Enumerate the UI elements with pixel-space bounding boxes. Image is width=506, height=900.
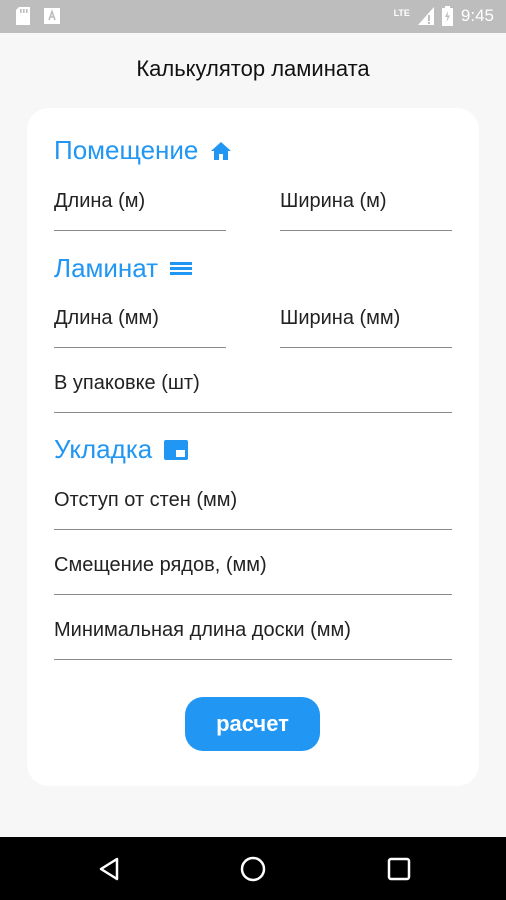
page-title: Калькулятор ламината xyxy=(136,56,370,81)
text-a-icon xyxy=(44,8,60,24)
section-room-header: Помещение xyxy=(54,135,232,166)
min-board-field[interactable]: Минимальная длина доски (мм) xyxy=(54,607,452,660)
back-icon[interactable] xyxy=(95,855,123,883)
laminate-width-field[interactable]: Ширина (мм) xyxy=(280,295,452,348)
section-laying-header: Укладка xyxy=(54,434,189,465)
room-width-label: Ширина (м) xyxy=(280,190,387,212)
room-width-field[interactable]: Ширина (м) xyxy=(280,178,452,231)
sd-card-icon xyxy=(16,7,30,25)
room-length-label: Длина (м) xyxy=(54,190,146,212)
navigation-bar xyxy=(0,837,506,900)
laminate-length-field[interactable]: Длина (мм) xyxy=(54,295,226,348)
row-shift-label: Смещение рядов, (мм) xyxy=(54,554,267,576)
network-type: LTE xyxy=(393,8,410,18)
pack-count-label: В упаковке (шт) xyxy=(54,372,200,394)
status-left-icons xyxy=(16,7,60,25)
laminate-length-label: Длина (мм) xyxy=(54,307,159,329)
web-asset-icon xyxy=(164,439,189,460)
home-icon xyxy=(211,141,232,160)
signal-icon xyxy=(417,7,434,25)
layers-icon xyxy=(170,261,193,275)
status-right-icons: LTE 9:45 xyxy=(394,6,494,26)
wall-offset-field[interactable]: Отступ от стен (мм) xyxy=(54,477,452,530)
room-length-field[interactable]: Длина (м) xyxy=(54,178,226,231)
clock: 9:45 xyxy=(460,6,494,25)
section-room-title: Помещение xyxy=(54,135,199,165)
section-laying-title: Укладка xyxy=(54,434,153,464)
form-card: Помещение Длина (м) Ширина (м) Ламинат Д… xyxy=(27,108,479,786)
status-bar: LTE 9:45 xyxy=(0,0,506,33)
home-circle-icon[interactable] xyxy=(239,855,267,883)
min-board-label: Минимальная длина доски (мм) xyxy=(54,619,351,641)
row-shift-field[interactable]: Смещение рядов, (мм) xyxy=(54,542,452,595)
calculate-button[interactable]: расчет xyxy=(185,697,320,751)
recents-icon[interactable] xyxy=(385,855,413,883)
laminate-width-label: Ширина (мм) xyxy=(280,307,401,329)
section-laminate-title: Ламинат xyxy=(54,253,159,283)
pack-count-field[interactable]: В упаковке (шт) xyxy=(54,360,452,413)
battery-icon xyxy=(441,6,453,26)
section-laminate-header: Ламинат xyxy=(54,253,193,284)
wall-offset-label: Отступ от стен (мм) xyxy=(54,489,238,511)
